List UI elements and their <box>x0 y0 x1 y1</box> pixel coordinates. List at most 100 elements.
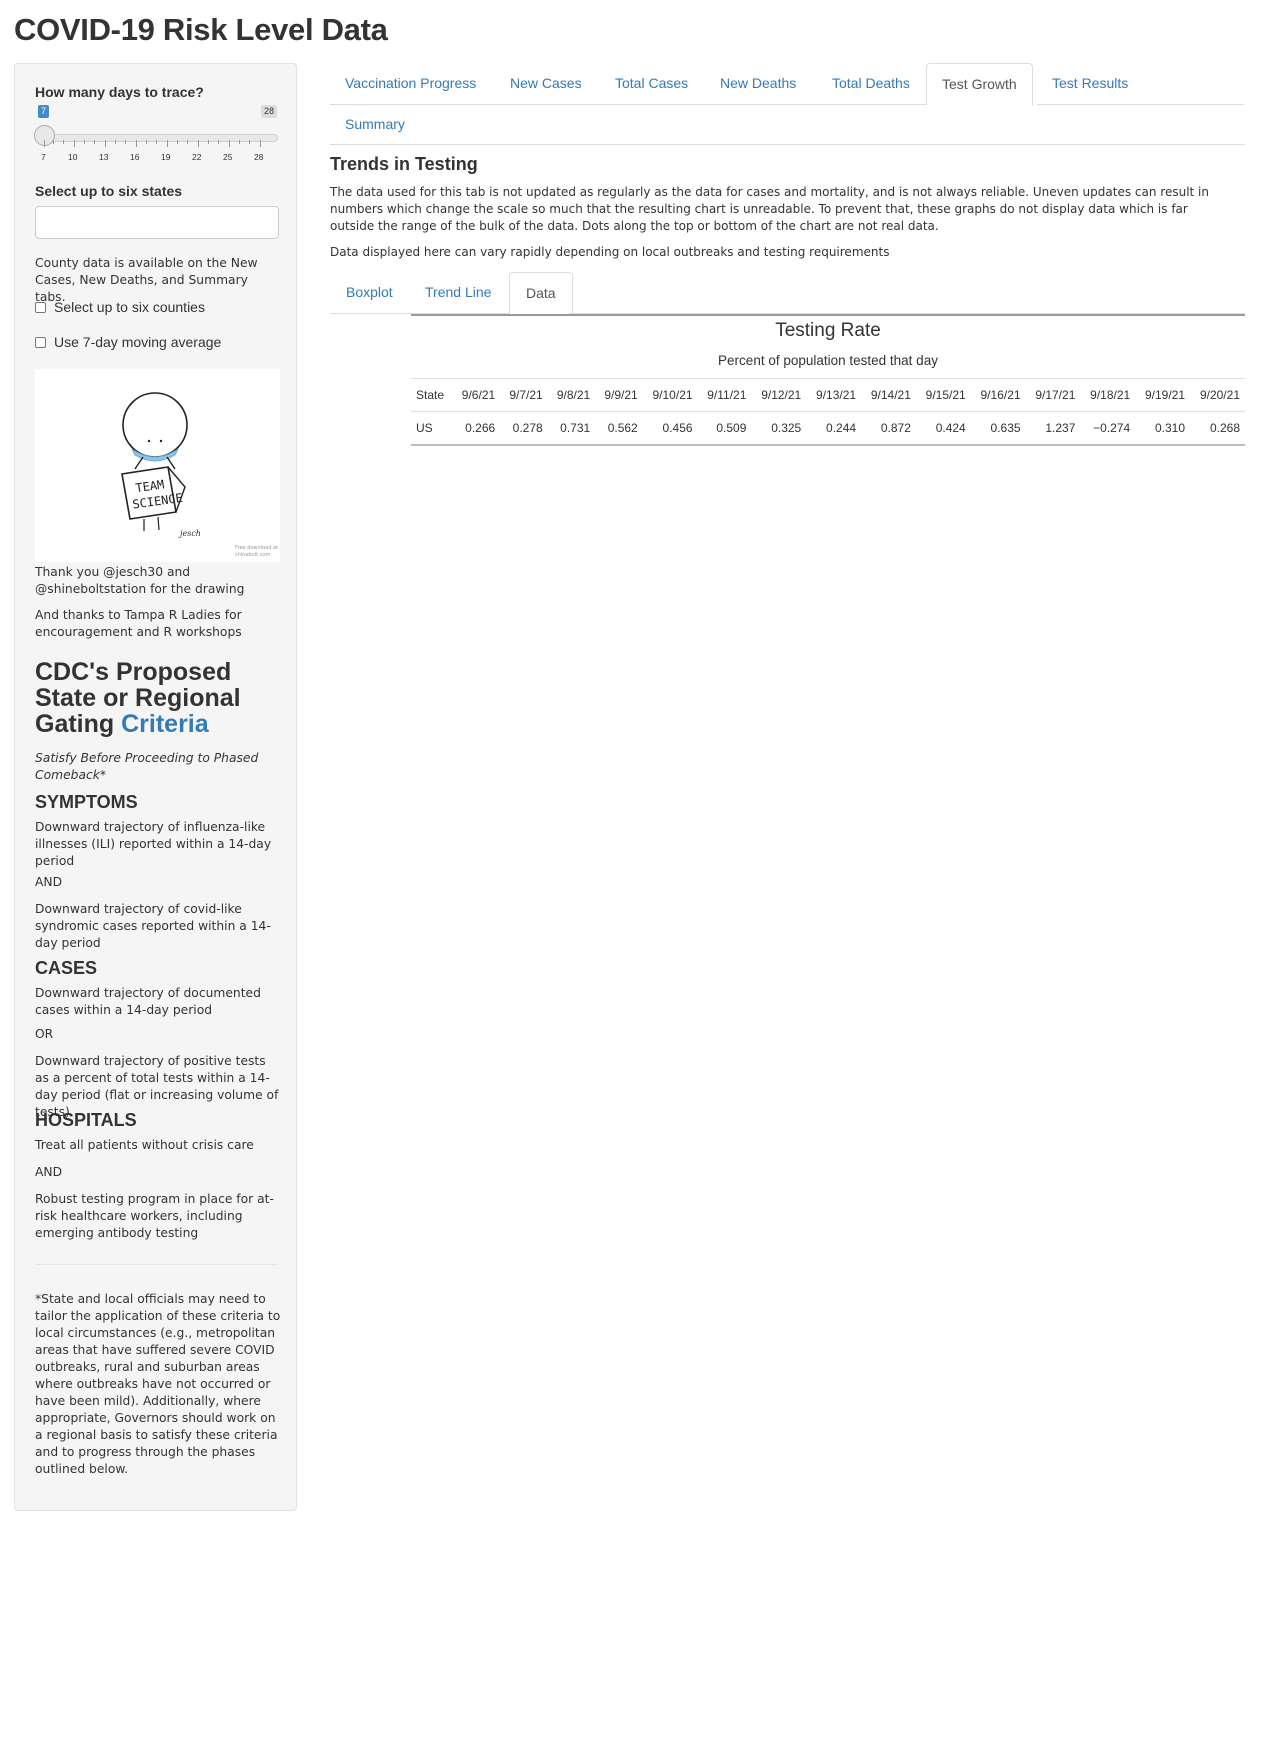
tab-new-cases[interactable]: New Cases <box>495 63 597 104</box>
team-science-illustration: TEAM SCIENCE jesch Free download at shin… <box>121 392 278 558</box>
column-header: 9/14/21 <box>861 378 916 412</box>
tab-underline <box>1037 104 1244 105</box>
tab-total-deaths[interactable]: Total Deaths <box>817 63 925 104</box>
states-label: Select up to six states <box>35 183 183 199</box>
column-header: 9/19/21 <box>1135 378 1191 412</box>
criteria-link[interactable]: Criteria <box>121 710 209 738</box>
cdc-subtitle: Satisfy Before Proceeding to Phased Come… <box>35 751 259 782</box>
hospitals-criterion-2: Robust testing program in place for at-r… <box>35 1192 274 1240</box>
days-label: How many days to trace? <box>35 84 204 100</box>
symptoms-criterion-2: Downward trajectory of covid-like syndro… <box>35 902 271 950</box>
column-header: 9/9/21 <box>595 378 643 412</box>
table-row: US 0.266 0.278 0.731 0.562 0.456 0.509 0… <box>411 411 1245 446</box>
tick-label: 22 <box>192 152 202 162</box>
symptoms-and: AND <box>35 875 63 889</box>
cdc-footnote: *State and local officials may need to t… <box>35 1292 281 1476</box>
tab-vaccination-progress[interactable]: Vaccination Progress <box>330 63 491 104</box>
cdc-heading-line3: Gating <box>35 710 115 738</box>
table-cell: 0.244 <box>806 411 862 446</box>
column-header: 9/18/21 <box>1080 378 1136 412</box>
states-select-input[interactable] <box>35 206 279 239</box>
testing-disclaimer: The data used for this tab is not update… <box>330 185 1209 233</box>
table-cell: 0.872 <box>861 411 916 446</box>
column-header: 9/16/21 <box>970 378 1026 412</box>
subtab-trend-line[interactable]: Trend Line <box>409 272 507 313</box>
table-cell: 0.424 <box>915 411 971 446</box>
team-science-drawing: TEAM SCIENCE jesch Free download at shin… <box>35 369 280 562</box>
slider-ticks <box>44 140 278 150</box>
table-cell: 0.562 <box>595 411 643 446</box>
slider-max-badge: 28 <box>261 105 278 118</box>
subtab-boxplot[interactable]: Boxplot <box>330 272 409 313</box>
column-header: 9/10/21 <box>642 378 698 412</box>
tab-test-growth[interactable]: Test Growth <box>926 63 1033 106</box>
hospitals-heading: HOSPITALS <box>35 1110 137 1130</box>
table-cell: 0.266 <box>452 411 501 446</box>
column-header: 9/17/21 <box>1025 378 1081 412</box>
table-cell: 0.731 <box>547 411 596 446</box>
section-title: Trends in Testing <box>330 154 478 174</box>
table-cell: 0.325 <box>751 411 807 446</box>
signature: jesch <box>178 529 201 538</box>
tab-summary[interactable]: Summary <box>330 104 420 145</box>
divider <box>35 1264 278 1265</box>
tick-label: 19 <box>161 152 171 162</box>
symptoms-criterion-1: Downward trajectory of influenza-like il… <box>35 820 272 868</box>
column-header: State <box>411 378 453 412</box>
tab-bar-bottom <box>330 144 1245 145</box>
tab-new-deaths[interactable]: New Deaths <box>705 63 811 104</box>
table-top-rule <box>411 314 1245 316</box>
cdc-heading-line2: State or Regional <box>35 684 241 712</box>
cdc-heading: CDC's Proposed State or Regional Gating … <box>35 659 241 737</box>
hospitals-criterion-1: Treat all patients without crisis care <box>35 1138 254 1152</box>
checkbox-box[interactable] <box>35 336 46 348</box>
table-cell: 0.268 <box>1190 411 1245 446</box>
column-header: 9/12/21 <box>751 378 807 412</box>
credit-line2: shinebolt.com <box>235 552 270 558</box>
testing-rate-table: State 9/6/21 9/7/21 9/8/21 9/9/21 9/10/2… <box>411 378 1245 446</box>
testing-note: Data displayed here can vary rapidly dep… <box>330 245 890 259</box>
table-cell: 0.278 <box>500 411 548 446</box>
column-header: 9/11/21 <box>697 378 752 412</box>
counties-checkbox[interactable]: Select up to six counties <box>35 299 205 315</box>
subtab-data[interactable]: Data <box>509 272 573 315</box>
table-subtitle: Percent of population tested that day <box>718 353 938 368</box>
table-title: Testing Rate <box>775 320 881 341</box>
column-header: 9/7/21 <box>500 378 548 412</box>
thanks-workshops: And thanks to Tampa R Ladies for encoura… <box>35 608 242 639</box>
column-header: 9/20/21 <box>1190 378 1245 412</box>
sidebar: How many days to trace? 7 28 7 10 13 16 … <box>14 63 297 1511</box>
column-header: 9/15/21 <box>915 378 971 412</box>
moving-average-checkbox[interactable]: Use 7-day moving average <box>35 334 221 350</box>
table-cell: −0.274 <box>1080 411 1136 446</box>
tab-test-results[interactable]: Test Results <box>1037 63 1143 104</box>
tick-label: 13 <box>99 152 109 162</box>
moving-average-checkbox-label: Use 7-day moving average <box>54 334 222 350</box>
table-cell: 0.635 <box>970 411 1026 446</box>
cdc-heading-line1: CDC's Proposed <box>35 658 232 686</box>
counties-checkbox-label: Select up to six counties <box>54 299 205 315</box>
cases-criterion-1: Downward trajectory of documented cases … <box>35 986 261 1017</box>
cases-or: OR <box>35 1027 54 1041</box>
tick-label: 16 <box>130 152 140 162</box>
tick-label: 10 <box>68 152 78 162</box>
credit-line1: Free download at <box>235 545 278 551</box>
column-header: 9/6/21 <box>452 378 501 412</box>
app-title: COVID-19 Risk Level Data <box>14 12 388 47</box>
tick-label: 7 <box>41 152 46 162</box>
table-cell: 1.237 <box>1025 411 1081 446</box>
column-header: 9/8/21 <box>547 378 596 412</box>
tab-total-cases[interactable]: Total Cases <box>600 63 703 104</box>
table-cell-state: US <box>411 411 453 446</box>
hospitals-and: AND <box>35 1165 63 1179</box>
table-cell: 0.310 <box>1135 411 1191 446</box>
symptoms-heading: SYMPTOMS <box>35 792 138 812</box>
column-header: 9/13/21 <box>806 378 862 412</box>
table-header-row: State 9/6/21 9/7/21 9/8/21 9/9/21 9/10/2… <box>411 378 1245 412</box>
checkbox-box[interactable] <box>35 301 46 313</box>
slider-value-badge: 7 <box>38 105 50 118</box>
table-cell: 0.456 <box>642 411 698 446</box>
tick-label: 28 <box>254 152 264 162</box>
tick-label: 25 <box>223 152 233 162</box>
cases-heading: CASES <box>35 958 98 978</box>
